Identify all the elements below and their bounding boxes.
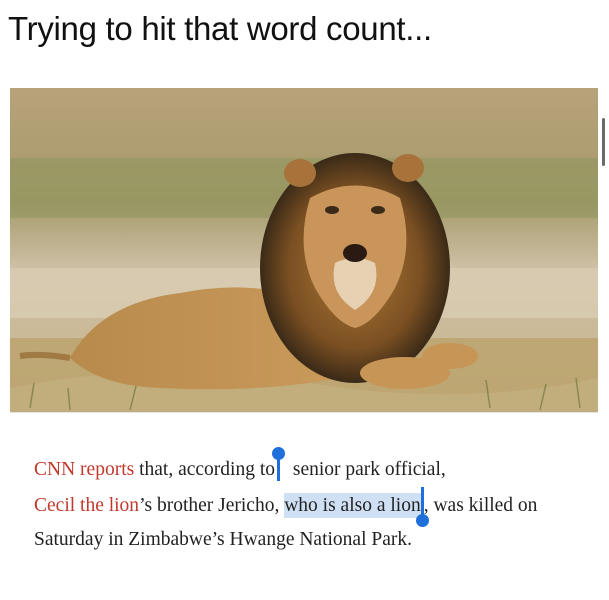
lion-photo (10, 88, 598, 412)
selected-text[interactable]: who is also a lion (284, 493, 421, 518)
selection-end-handle[interactable] (415, 487, 429, 527)
article-paragraph: CNN reports that, according to senior pa… (34, 447, 584, 557)
cecil-the-lion-link[interactable]: Cecil the lion (34, 495, 139, 516)
meme-caption: Trying to hit that word count... (8, 10, 432, 47)
scroll-indicator[interactable] (602, 118, 605, 166)
article-text-3: ’s brother Jericho, (139, 495, 285, 516)
cnn-reports-link[interactable]: CNN reports (34, 459, 134, 480)
article-card: CNN reports that, according to senior pa… (10, 412, 598, 600)
article-text-2: senior park official, (288, 459, 446, 480)
article-text-1: that, according to (134, 459, 275, 480)
selection-start-handle[interactable] (272, 447, 285, 481)
